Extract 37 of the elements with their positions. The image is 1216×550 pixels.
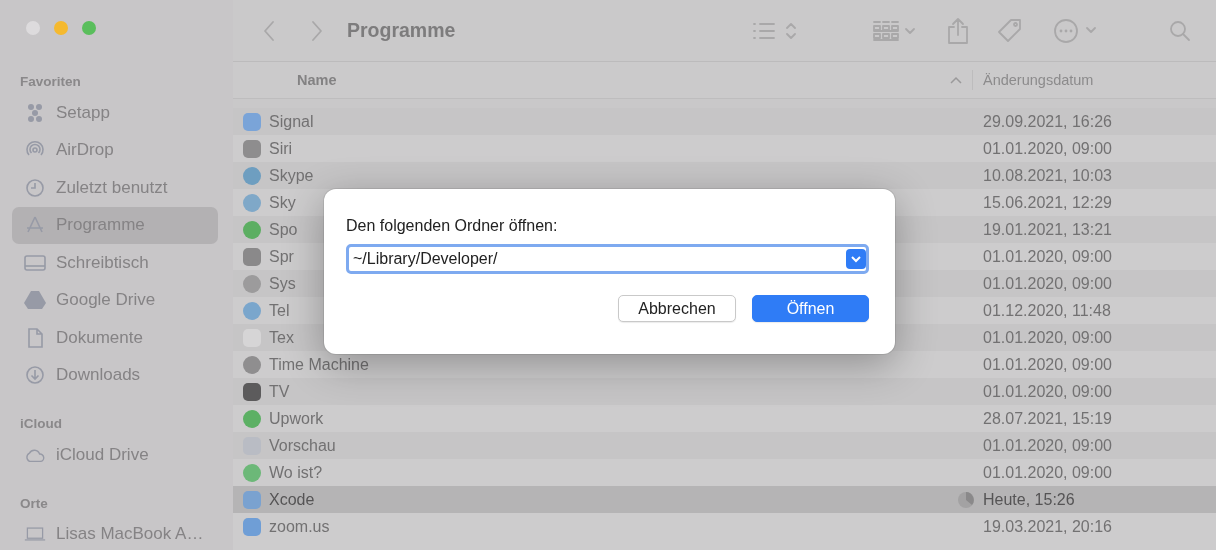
file-name: Signal: [269, 112, 314, 131]
file-name: Tel: [269, 301, 290, 320]
file-name: Siri: [269, 139, 293, 158]
file-name: Time Machine: [269, 355, 369, 374]
date-cell: 28.07.2021, 15:19: [983, 409, 1112, 428]
date-cell: 01.12.2020, 11:48: [983, 301, 1111, 320]
date-cell: 15.06.2021, 12:29: [983, 193, 1112, 212]
date-cell: 29.09.2021, 16:26: [983, 112, 1112, 131]
file-name: Sys: [269, 274, 296, 293]
date-cell: 19.03.2021, 20:16: [983, 517, 1112, 536]
date-cell: 01.01.2020, 09:00: [983, 274, 1112, 293]
file-name: Xcode: [269, 490, 315, 509]
date-cell: 01.01.2020, 09:00: [983, 247, 1112, 266]
file-name: Vorschau: [269, 436, 336, 455]
date-cell: 01.01.2020, 09:00: [983, 436, 1112, 455]
date-cell: Heute, 15:26: [983, 490, 1075, 509]
date-cell: 01.01.2020, 09:00: [983, 382, 1112, 401]
date-cell: 01.01.2020, 09:00: [983, 355, 1112, 374]
dialog-label: Den folgenden Ordner öffnen:: [346, 217, 559, 235]
file-name: zoom.us: [269, 517, 330, 536]
section-heading: iCloud: [19, 415, 63, 433]
date-cell: 01.01.2020, 09:00: [983, 139, 1112, 158]
section-heading: Favoriten: [19, 73, 82, 91]
date-cell: 01.01.2020, 09:00: [983, 463, 1112, 482]
file-name: Tex: [269, 328, 294, 347]
file-name: Upwork: [269, 409, 324, 428]
file-name: Skype: [269, 166, 314, 185]
section-heading: Orte: [19, 494, 49, 513]
date-cell: 19.01.2021, 13:21: [983, 220, 1112, 239]
window-title: Programme: [347, 19, 456, 42]
file-name: Wo ist?: [269, 463, 323, 482]
file-name: TV: [269, 382, 290, 401]
file-name: Spr: [269, 247, 294, 266]
date-cell: 10.08.2021, 10:03: [983, 166, 1112, 185]
file-name: Spo: [269, 220, 298, 239]
date-cell: 01.01.2020, 09:00: [983, 328, 1112, 347]
file-name: Sky: [269, 193, 296, 212]
